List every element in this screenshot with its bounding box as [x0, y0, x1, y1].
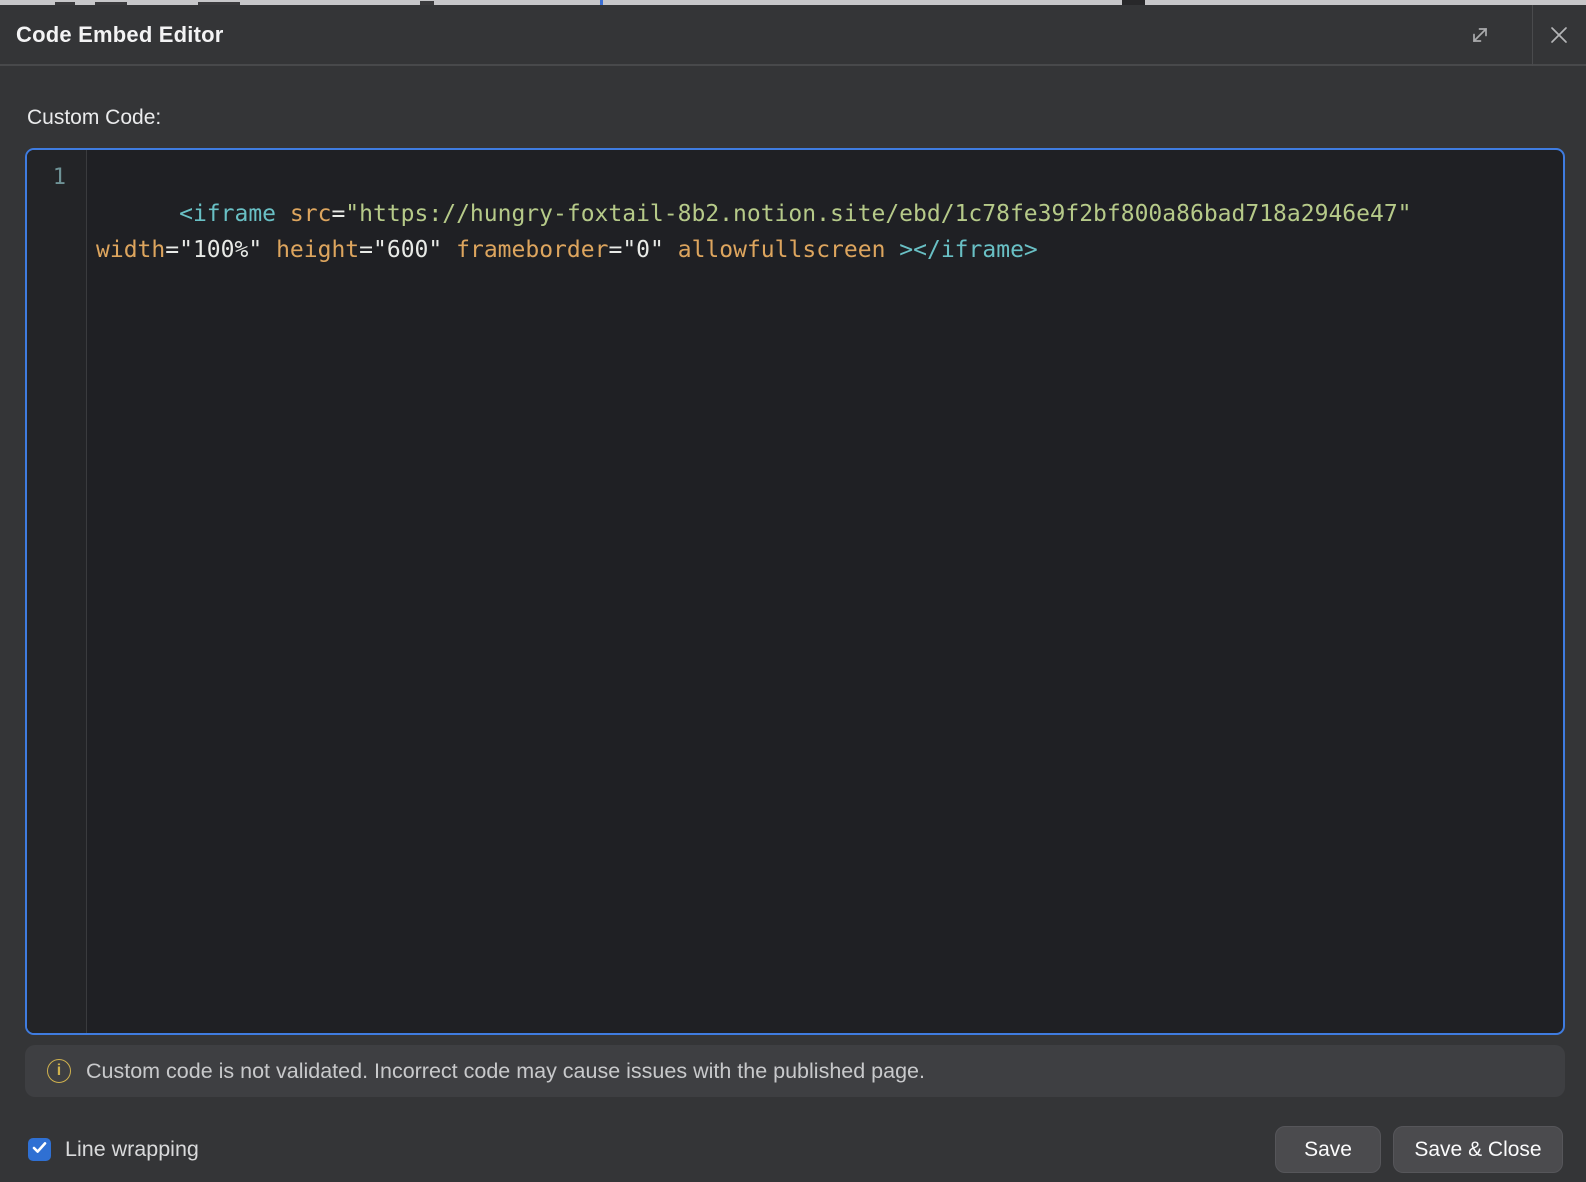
custom-code-label: Custom Code:	[27, 106, 161, 130]
validation-notice: i Custom code is not validated. Incorrec…	[25, 1045, 1565, 1097]
line-number: 1	[27, 160, 86, 196]
code-input-area[interactable]: <iframe src="https://hungry-foxtail-8b2.…	[87, 150, 1563, 1033]
save-button[interactable]: Save	[1275, 1126, 1381, 1173]
code-line-text: <iframe src="https://hungry-foxtail-8b2.…	[96, 201, 1425, 263]
line-wrapping-checkbox[interactable]	[28, 1138, 51, 1161]
code-editor[interactable]: 1 <iframe src="https://hungry-foxtail-8b…	[25, 148, 1565, 1035]
editor-gutter: 1	[27, 150, 87, 1033]
validation-notice-text: Custom code is not validated. Incorrect …	[86, 1059, 925, 1084]
close-dialog-button[interactable]	[1540, 17, 1578, 55]
expand-icon	[1469, 24, 1491, 49]
expand-dialog-button[interactable]	[1461, 17, 1499, 55]
checkmark-icon	[32, 1141, 47, 1159]
code-embed-editor-dialog: Code Embed Editor Custom Code:	[0, 5, 1586, 1182]
info-icon: i	[47, 1059, 71, 1083]
close-icon	[1548, 24, 1570, 49]
header-divider	[1532, 5, 1533, 66]
save-and-close-button[interactable]: Save & Close	[1393, 1126, 1563, 1173]
line-wrapping-label: Line wrapping	[65, 1137, 199, 1162]
dialog-header: Code Embed Editor	[0, 5, 1586, 66]
line-wrapping-control: Line wrapping	[28, 1126, 199, 1173]
dialog-title: Code Embed Editor	[16, 22, 224, 48]
